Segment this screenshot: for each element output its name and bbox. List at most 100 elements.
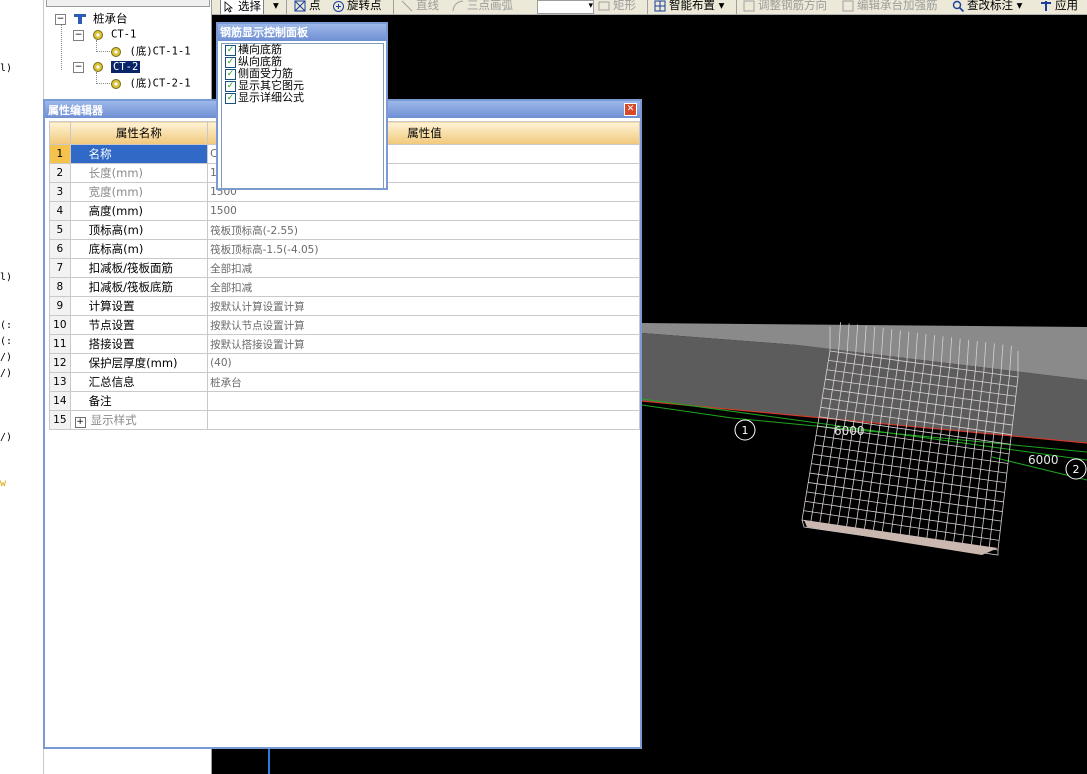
header-name-cell[interactable]: 属性名称 — [69, 121, 209, 145]
tree-item-ct-1[interactable]: − CT-1 — [73, 27, 136, 42]
tree-header-bar — [46, 0, 210, 7]
left-strip-glyph: (: — [0, 336, 13, 347]
edit-icon — [842, 0, 855, 12]
property-value[interactable]: 桩承台 — [207, 372, 640, 392]
property-editor: 属性编辑器 ✕ 属性名称 属性值 1名称CT-22长度(mm)15003宽度(m… — [43, 99, 642, 749]
checkbox-icon[interactable]: ✓ — [225, 68, 236, 80]
row-number: 5 — [49, 220, 71, 240]
point-button[interactable]: 点 — [294, 0, 321, 13]
property-value[interactable] — [207, 391, 640, 411]
property-name-text: 保护层厚度(mm) — [88, 356, 178, 370]
line-label: 直线 — [416, 0, 439, 12]
property-value[interactable]: 1500 — [207, 201, 640, 221]
property-name-text: 底标高(m) — [88, 242, 144, 256]
table-row[interactable]: 12 保护层厚度(mm) (40) — [49, 353, 640, 373]
line-button[interactable]: 直线 — [401, 0, 439, 13]
axis-label-2: 2 — [1073, 463, 1080, 476]
table-row[interactable]: 15 + 显示样式 — [49, 410, 640, 430]
property-name-text: 长度(mm) — [88, 166, 144, 180]
table-row[interactable]: 11 搭接设置 按默认搭接设置计算 — [49, 334, 640, 354]
rebar-option-detailed-formula[interactable]: ✓ 显示详细公式 — [225, 92, 383, 104]
checkbox-icon[interactable]: ✓ — [225, 56, 236, 68]
property-editor-title: 属性编辑器 — [48, 104, 103, 117]
table-row[interactable]: 13 汇总信息 桩承台 — [49, 372, 640, 392]
property-value[interactable]: 筏板顶标高-1.5(-4.05) — [207, 239, 640, 259]
checkbox-icon[interactable]: ✓ — [225, 80, 236, 92]
arc-button[interactable]: 三点画弧 — [452, 0, 513, 13]
property-value[interactable]: 筏板顶标高(-2.55) — [207, 220, 640, 240]
tree-item-ct-1-1[interactable]: (底)CT-1-1 — [110, 44, 191, 59]
property-value[interactable]: 按默认搭接设置计算 — [207, 334, 640, 354]
apply-icon — [1040, 0, 1053, 12]
toolbar: 选择 ▾ 点 旋转点 直线 三点画弧 ▾ 矩形 智能布置 ▾ 调整钢筋方向 编辑… — [212, 0, 1087, 15]
gear-icon — [110, 46, 122, 58]
table-row[interactable]: 6 底标高(m) 筏板顶标高-1.5(-4.05) — [49, 239, 640, 259]
row-number: 2 — [49, 163, 71, 183]
table-row[interactable]: 8 扣减板/筏板底筋 全部扣减 — [49, 277, 640, 297]
left-strip-glyph: (: — [0, 320, 13, 331]
check-mark-button[interactable]: 查改标注 ▾ — [952, 0, 1022, 13]
property-name: 保护层厚度(mm) — [69, 353, 209, 373]
rect-label: 矩形 — [613, 0, 636, 12]
tree-root[interactable]: − 桩承台 — [55, 11, 128, 26]
property-value[interactable]: 按默认节点设置计算 — [207, 315, 640, 335]
rotate-point-button[interactable]: 旋转点 — [332, 0, 382, 13]
property-name-text: 显示样式 — [90, 413, 137, 427]
apply-button[interactable]: 应用 — [1040, 0, 1078, 13]
smart-layout-button[interactable]: 智能布置 ▾ — [654, 0, 724, 13]
gear-icon — [92, 61, 104, 73]
rect-icon — [598, 0, 611, 12]
rect-button[interactable]: 矩形 — [598, 0, 636, 13]
property-value[interactable]: (40) — [207, 353, 640, 373]
adjust-icon — [743, 0, 756, 12]
gear-icon — [92, 29, 104, 41]
table-row[interactable]: 10 节点设置 按默认节点设置计算 — [49, 315, 640, 335]
property-value[interactable]: 按默认计算设置计算 — [207, 296, 640, 316]
smart-layout-label: 智能布置 — [669, 0, 715, 12]
property-name-text: 汇总信息 — [88, 375, 135, 389]
grid-icon — [654, 0, 667, 12]
property-name-text: 高度(mm) — [88, 204, 144, 218]
left-strip-glyph: l) — [0, 63, 13, 74]
left-strip-glyph: w — [0, 478, 7, 489]
select-dropdown[interactable]: ▾ — [273, 0, 279, 13]
arc-dropdown[interactable]: ▾ — [537, 0, 594, 14]
rebar-panel-title[interactable]: 钢筋显示控制面板 — [218, 24, 386, 41]
table-row[interactable]: 7 扣减板/筏板面筋 全部扣减 — [49, 258, 640, 278]
collapse-icon[interactable]: − — [73, 29, 84, 41]
adjust-rebar-button[interactable]: 调整钢筋方向 — [743, 0, 827, 13]
tree-item-ct-2-1[interactable]: (底)CT-2-1 — [110, 76, 191, 91]
row-number: 11 — [49, 334, 71, 354]
rebar-option-list: ✓ 横向底筋 ✓ 纵向底筋 ✓ 侧面受力筋 ✓ 显示其它图元 ✓ 显示详细公式 — [221, 43, 384, 189]
tree-root-label: 桩承台 — [93, 11, 128, 26]
property-name-text: 搭接设置 — [88, 337, 135, 351]
property-value[interactable]: 全部扣减 — [207, 258, 640, 278]
checkbox-icon[interactable]: ✓ — [225, 44, 236, 56]
rebar-display-panel: 钢筋显示控制面板 ✓ 横向底筋 ✓ 纵向底筋 ✓ 侧面受力筋 ✓ 显示其它图元 ✓ 显示详… — [216, 22, 388, 190]
property-name-text: 计算设置 — [88, 299, 135, 313]
collapse-icon[interactable]: − — [73, 61, 84, 73]
close-icon[interactable]: ✕ — [624, 103, 637, 116]
property-value[interactable]: 全部扣减 — [207, 277, 640, 297]
left-strip-glyph: /) — [0, 352, 13, 363]
tree-item-ct-2[interactable]: − CT-2 — [73, 59, 141, 74]
property-name: 名称 — [69, 144, 209, 164]
rotate-point-label: 旋转点 — [347, 0, 382, 12]
property-name-text: 扣减板/筏板底筋 — [88, 280, 174, 294]
gear-icon — [110, 78, 122, 90]
select-button[interactable]: 选择 — [220, 0, 264, 14]
point-icon — [294, 0, 307, 12]
table-row[interactable]: 4 高度(mm) 1500 — [49, 201, 640, 221]
property-value[interactable] — [207, 410, 640, 430]
table-row[interactable]: 9 计算设置 按默认计算设置计算 — [49, 296, 640, 316]
table-row[interactable]: 5 顶标高(m) 筏板顶标高(-2.55) — [49, 220, 640, 240]
property-name: + 显示样式 — [69, 410, 209, 430]
table-row[interactable]: 14 备注 — [49, 391, 640, 411]
row-number: 4 — [49, 201, 71, 221]
expand-icon[interactable]: + — [74, 417, 86, 428]
edit-cap-rebar-button[interactable]: 编辑承台加强筋 — [842, 0, 938, 13]
checkbox-icon[interactable]: ✓ — [225, 92, 236, 104]
adjust-rebar-label: 调整钢筋方向 — [758, 0, 827, 12]
property-name: 长度(mm) — [69, 163, 209, 183]
collapse-icon[interactable]: − — [55, 13, 66, 25]
